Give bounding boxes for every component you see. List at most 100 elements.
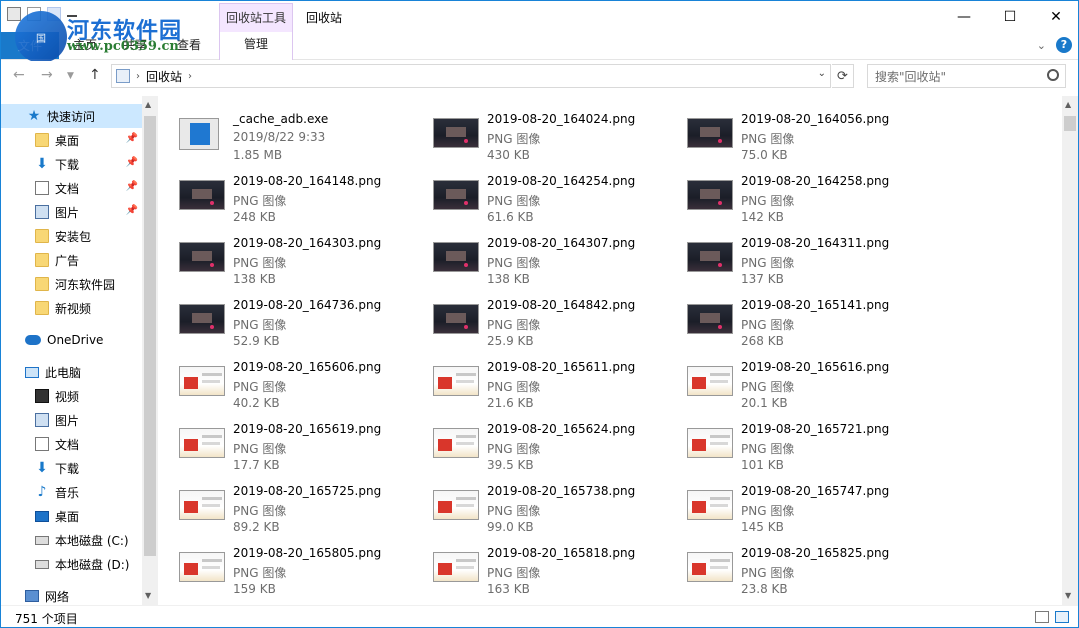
content-scrollbar[interactable]: ▲ ▼ <box>1062 96 1078 605</box>
file-item[interactable]: 2019-08-20_165818.png PNG 图像 163 KB <box>413 537 667 597</box>
file-thumbnail <box>179 428 225 458</box>
file-name: 2019-08-20_165624.png <box>487 422 636 436</box>
sidebar-item-installers[interactable]: 安装包 <box>1 224 142 248</box>
scrollbar-thumb[interactable] <box>144 116 156 556</box>
file-item[interactable]: 2019-08-20_165747.png PNG 图像 145 KB <box>667 475 921 535</box>
file-item[interactable]: 2019-08-20_164258.png PNG 图像 142 KB <box>667 165 921 225</box>
scroll-down-icon[interactable]: ▼ <box>145 591 151 600</box>
file-item[interactable]: 2019-08-20_164311.png PNG 图像 137 KB <box>667 227 921 287</box>
sidebar-item-documents[interactable]: 文档 📌 <box>1 176 142 200</box>
file-item[interactable]: 2019-08-20_165825.png PNG 图像 23.8 KB <box>667 537 921 597</box>
file-type: PNG 图像 <box>233 442 287 456</box>
sidebar-item-ads[interactable]: 广告 <box>1 248 142 272</box>
file-size: 52.9 KB <box>233 334 280 348</box>
file-item[interactable]: 2019-08-20_165141.png PNG 图像 268 KB <box>667 289 921 349</box>
address-dropdown-icon[interactable]: ⌄ <box>818 68 826 79</box>
close-button[interactable]: ✕ <box>1033 1 1078 32</box>
file-name: 2019-08-20_164311.png <box>741 236 890 250</box>
scrollbar-thumb[interactable] <box>1064 116 1076 131</box>
tab-manage[interactable]: 管理 <box>219 32 293 60</box>
sidebar-item-music[interactable]: ♪ 音乐 <box>1 480 142 504</box>
up-icon[interactable]: ↑ <box>89 67 101 83</box>
breadcrumb-recycle-bin[interactable]: 回收站 <box>146 68 182 85</box>
file-item[interactable]: 2019-08-20_165606.png PNG 图像 40.2 KB <box>159 351 413 411</box>
scroll-up-icon[interactable]: ▲ <box>1065 100 1071 109</box>
minimize-button[interactable]: — <box>941 1 987 32</box>
picture-icon <box>35 413 49 427</box>
sidebar-item-downloads[interactable]: ⬇ 下载 📌 <box>1 152 142 176</box>
search-icon[interactable] <box>1047 69 1059 81</box>
sidebar-item-new-video[interactable]: 新视频 <box>1 296 142 320</box>
scroll-up-icon[interactable]: ▲ <box>145 100 151 109</box>
file-name: 2019-08-20_165141.png <box>741 298 890 312</box>
forward-icon[interactable]: → <box>41 67 53 83</box>
file-item[interactable]: 2019-08-20_165616.png PNG 图像 20.1 KB <box>667 351 921 411</box>
sidebar-item-quick-access[interactable]: ★ 快速访问 <box>1 104 142 128</box>
recent-locations-icon[interactable]: ▼ <box>67 71 74 81</box>
sidebar-item-drive-d[interactable]: 本地磁盘 (D:) <box>1 552 142 576</box>
sidebar-item-pictures[interactable]: 图片 📌 <box>1 200 142 224</box>
search-input[interactable]: 搜索"回收站" <box>867 64 1066 88</box>
computer-icon <box>25 366 39 378</box>
scroll-down-icon[interactable]: ▼ <box>1065 591 1071 600</box>
sidebar-item-pictures-pc[interactable]: 图片 <box>1 408 142 432</box>
sidebar-item-drive-c[interactable]: 本地磁盘 (C:) <box>1 528 142 552</box>
file-item[interactable]: 2019-08-20_165624.png PNG 图像 39.5 KB <box>413 413 667 473</box>
maximize-button[interactable]: ☐ <box>987 1 1033 32</box>
sidebar-item-downloads-pc[interactable]: ⬇ 下载 <box>1 456 142 480</box>
file-size: 138 KB <box>487 272 530 286</box>
file-type: PNG 图像 <box>233 380 287 394</box>
file-name: 2019-08-20_165738.png <box>487 484 636 498</box>
file-item[interactable]: 2019-08-20_165725.png PNG 图像 89.2 KB <box>159 475 413 535</box>
file-type: PNG 图像 <box>233 194 287 208</box>
sidebar-item-label: 广告 <box>55 253 80 268</box>
breadcrumb-separator-icon[interactable]: › <box>188 71 192 82</box>
details-view-icon[interactable] <box>1035 611 1049 623</box>
file-item[interactable]: _cache_adb.exe 2019/8/22 9:33 1.85 MB <box>159 103 413 163</box>
file-item[interactable]: 2019-08-20_165738.png PNG 图像 99.0 KB <box>413 475 667 535</box>
file-thumbnail <box>179 552 225 582</box>
file-item[interactable]: 2019-08-20_165721.png PNG 图像 101 KB <box>667 413 921 473</box>
file-size: 40.2 KB <box>233 396 280 410</box>
file-item[interactable]: 2019-08-20_164736.png PNG 图像 52.9 KB <box>159 289 413 349</box>
file-size: 21.6 KB <box>487 396 534 410</box>
sidebar-item-onedrive[interactable]: OneDrive <box>1 328 142 352</box>
file-item[interactable]: 2019-08-20_164148.png PNG 图像 248 KB <box>159 165 413 225</box>
file-name: 2019-08-20_164842.png <box>487 298 636 312</box>
folder-icon <box>35 301 49 315</box>
file-item[interactable]: 2019-08-20_164303.png PNG 图像 138 KB <box>159 227 413 287</box>
properties-icon[interactable] <box>7 7 21 21</box>
sidebar-item-desktop-pc[interactable]: 桌面 <box>1 504 142 528</box>
expand-ribbon-icon[interactable]: ⌄ <box>1037 39 1046 52</box>
sidebar-item-label: OneDrive <box>47 333 104 347</box>
sidebar-item-label: 文档 <box>55 181 80 196</box>
sidebar-item-documents-pc[interactable]: 文档 <box>1 432 142 456</box>
context-tab-label: 回收站工具 <box>225 11 286 25</box>
navigation-bar: ← → ▼ ↑ › 回收站 › ⌄ ⟳ 搜索"回收站" <box>1 61 1078 91</box>
file-type: PNG 图像 <box>487 132 541 146</box>
file-item[interactable]: 2019-08-20_165619.png PNG 图像 17.7 KB <box>159 413 413 473</box>
sidebar-scrollbar[interactable]: ▲ ▼ <box>142 96 158 605</box>
sidebar-item-desktop[interactable]: 桌面 📌 <box>1 128 142 152</box>
file-item[interactable]: 2019-08-20_165611.png PNG 图像 21.6 KB <box>413 351 667 411</box>
breadcrumb-separator-icon[interactable]: › <box>136 71 140 82</box>
sidebar-item-hedong[interactable]: 河东软件园 <box>1 272 142 296</box>
file-thumbnail <box>433 304 479 334</box>
sidebar-item-videos[interactable]: 视频 <box>1 384 142 408</box>
navigation-pane: ★ 快速访问 桌面 📌 ⬇ 下载 📌 文档 📌 图片 📌 安装包 广告 河东软件… <box>1 96 158 605</box>
file-type: PNG 图像 <box>741 380 795 394</box>
file-thumbnail <box>179 490 225 520</box>
large-icons-view-icon[interactable] <box>1055 611 1069 623</box>
file-item[interactable]: 2019-08-20_164056.png PNG 图像 75.0 KB <box>667 103 921 163</box>
file-item[interactable]: 2019-08-20_164024.png PNG 图像 430 KB <box>413 103 667 163</box>
file-item[interactable]: 2019-08-20_164254.png PNG 图像 61.6 KB <box>413 165 667 225</box>
back-icon[interactable]: ← <box>13 67 25 83</box>
file-item[interactable]: 2019-08-20_164842.png PNG 图像 25.9 KB <box>413 289 667 349</box>
address-bar[interactable]: › 回收站 › ⌄ <box>111 64 831 88</box>
file-item[interactable]: 2019-08-20_164307.png PNG 图像 138 KB <box>413 227 667 287</box>
file-item[interactable]: 2019-08-20_165805.png PNG 图像 159 KB <box>159 537 413 597</box>
file-thumbnail <box>687 366 733 396</box>
refresh-button[interactable]: ⟳ <box>832 64 854 88</box>
help-icon[interactable]: ? <box>1056 37 1072 53</box>
sidebar-item-this-pc[interactable]: 此电脑 <box>1 360 142 384</box>
